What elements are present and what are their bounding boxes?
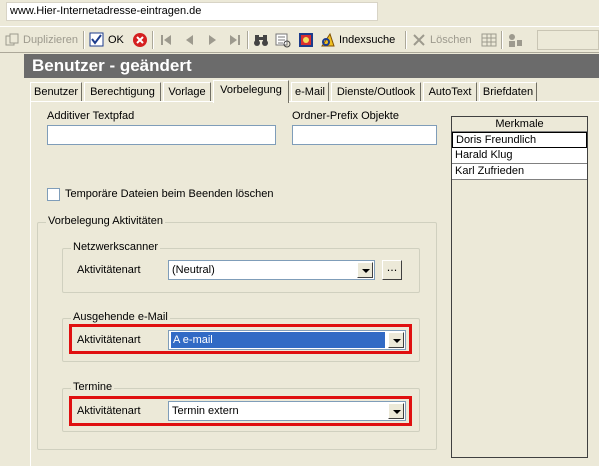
chevron-down-icon[interactable] <box>357 262 373 278</box>
attributes-list: Merkmale Doris Freundlich Harald Klug Ka… <box>451 116 588 458</box>
page-title: Benutzer - geändert <box>24 54 599 78</box>
image-search-button[interactable] <box>298 30 317 50</box>
tab-vorbelegung[interactable]: Vorbelegung <box>213 80 289 103</box>
index-search-label: Indexsuche <box>339 34 396 46</box>
appointments-activity-select[interactable]: Termin extern <box>168 401 406 421</box>
user-lock-icon <box>507 32 523 48</box>
folder-prefix-label: Ordner-Prefix Objekte <box>292 110 399 122</box>
first-record-button[interactable] <box>158 30 177 50</box>
index-search-button[interactable]: Indexsuche <box>320 30 395 50</box>
folder-prefix-input[interactable] <box>292 125 437 145</box>
delete-icon <box>411 32 427 48</box>
delete-button[interactable]: Löschen <box>411 30 472 50</box>
temp-files-checkbox[interactable] <box>47 188 60 201</box>
next-record-button[interactable] <box>204 30 223 50</box>
network-scanner-activity-label: Aktivitätenart <box>77 264 141 276</box>
tab-dienste-outlook[interactable]: Dienste/Outlook <box>331 82 421 102</box>
network-scanner-activity-select[interactable]: (Neutral) <box>168 260 375 280</box>
attributes-header: Merkmale <box>452 117 587 132</box>
left-strip <box>0 54 24 466</box>
checkmark-icon <box>89 32 105 48</box>
url-input[interactable]: www.Hier-Internetadresse-eintragen.de <box>6 2 378 21</box>
index-search-icon <box>320 32 336 48</box>
ok-label: OK <box>108 34 124 46</box>
network-scanner-activity-value: (Neutral) <box>172 264 215 276</box>
list-item[interactable]: Karl Zufrieden <box>452 164 587 180</box>
temp-files-label: Temporäre Dateien beim Beenden löschen <box>65 188 274 200</box>
network-scanner-browse-button[interactable]: ... <box>382 260 402 280</box>
cancel-button[interactable] <box>132 30 151 50</box>
tab-berechtigung[interactable]: Berechtigung <box>84 82 161 102</box>
chevron-down-icon[interactable] <box>388 403 404 419</box>
tab-benutzer[interactable]: Benutzer <box>30 82 82 102</box>
next-record-icon <box>204 32 220 48</box>
prefill-activities-title: Vorbelegung Aktivitäten <box>46 215 165 227</box>
list-item[interactable]: Doris Freundlich <box>452 132 587 148</box>
network-scanner-title: Netzwerkscanner <box>71 241 160 253</box>
duplicate-label: Duplizieren <box>23 34 79 46</box>
grid-button[interactable] <box>481 30 500 50</box>
list-item[interactable]: Harald Klug <box>452 148 587 164</box>
filter-button[interactable] <box>275 30 294 50</box>
last-record-icon <box>227 32 243 48</box>
cancel-icon <box>132 32 148 48</box>
url-bar-area: www.Hier-Internetadresse-eintragen.de <box>0 0 599 24</box>
outgoing-email-activity-label: Aktivitätenart <box>77 334 141 346</box>
last-record-button[interactable] <box>227 30 246 50</box>
outgoing-email-title: Ausgehende e-Mail <box>71 311 170 323</box>
appointments-activity-value: Termin extern <box>172 405 239 417</box>
appointments-title: Termine <box>71 381 115 393</box>
search-button[interactable] <box>253 30 272 50</box>
additive-text-path-input[interactable] <box>47 125 276 145</box>
user-lock-button[interactable] <box>507 30 526 50</box>
previous-record-icon <box>182 32 198 48</box>
duplicate-button[interactable]: Duplizieren <box>4 30 78 50</box>
outgoing-email-activity-select[interactable]: A e-mail <box>168 330 406 350</box>
additive-text-path-label: Additiver Textpfad <box>47 110 135 122</box>
binoculars-icon <box>253 32 269 48</box>
first-record-icon <box>158 32 174 48</box>
chevron-down-icon[interactable] <box>388 332 404 348</box>
previous-record-button[interactable] <box>182 30 201 50</box>
tab-autotext[interactable]: AutoText <box>423 82 477 102</box>
duplicate-icon <box>4 32 20 48</box>
tab-briefdaten[interactable]: Briefdaten <box>479 82 537 102</box>
outgoing-email-activity-value: A e-mail <box>170 331 386 349</box>
delete-label: Löschen <box>430 34 472 46</box>
tab-vorlage[interactable]: Vorlage <box>163 82 211 102</box>
toolbar-extra-box <box>537 30 599 50</box>
filter-icon <box>275 32 291 48</box>
toolbar: Duplizieren OK Indexsuche Löschen <box>0 26 599 53</box>
appointments-activity-label: Aktivitätenart <box>77 405 141 417</box>
grid-icon <box>481 32 497 48</box>
ok-button[interactable]: OK <box>89 30 124 50</box>
image-icon <box>298 32 314 48</box>
tab-email[interactable]: e-Mail <box>291 82 329 102</box>
